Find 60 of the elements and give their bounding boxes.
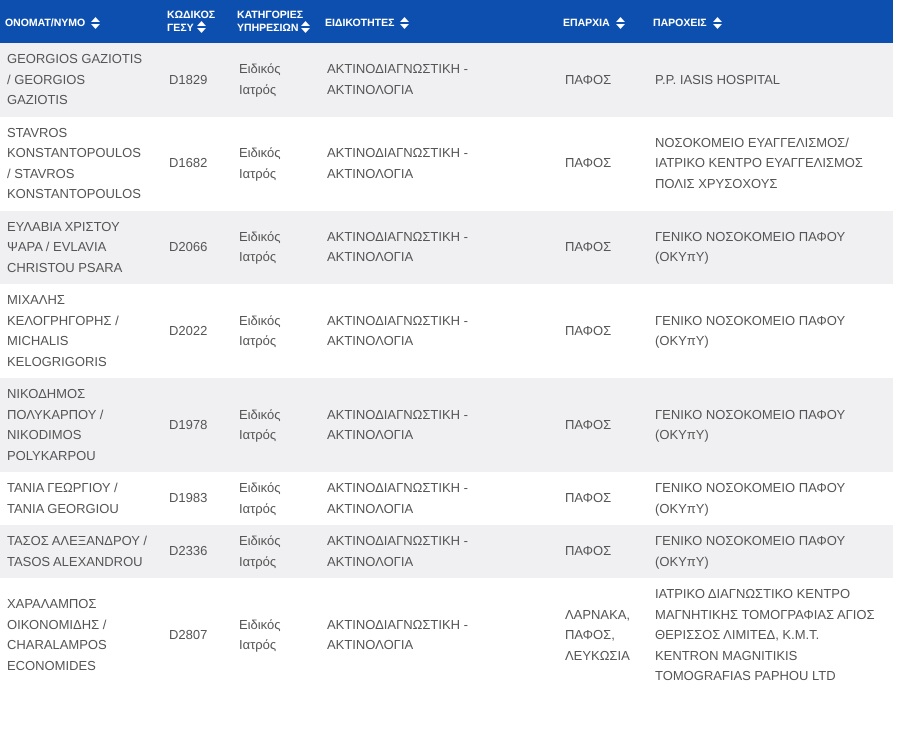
category-cell: Ειδικός Ιατρός	[239, 61, 281, 97]
sort-icon	[196, 20, 206, 32]
code-cell: D2336	[169, 543, 208, 558]
category-cell: Ειδικός Ιατρός	[239, 406, 281, 442]
code-cell: D2066	[169, 239, 208, 254]
category-cell: Ειδικός Ιατρός	[239, 228, 281, 264]
province-cell: ΛΑΡΝΑΚΑ, ΠΑΦΟΣ, ΛΕΥΚΩΣΙΑ	[565, 606, 630, 662]
code-cell: D2022	[169, 322, 208, 338]
name-cell: GEORGIOS GAZIOTIS / GEORGIOS GAZIOTIS	[7, 51, 142, 107]
code-cell: D1978	[169, 416, 208, 432]
name-cell: ΝΙΚΟΔΗΜΟΣ ΠΟΛΥΚΑΡΠΟΥ / NIKODIMOS POLYKARPOU	[7, 386, 104, 462]
provider-cell: ΓΕΝΙΚΟ ΝΟΣΟΚΟΜΕΙΟ ΠΑΦΟΥ (ΟΚΥπΥ)	[655, 533, 845, 568]
specialty-cell: ΑΚΤΙΝΟΔΙΑΓΝΩΣΤΙΚΗ - ΑΚΤΙΝΟΛΟΓΙΑ	[327, 312, 468, 348]
province-cell: ΠΑΦΟΣ	[565, 239, 612, 254]
provider-cell: ΝΟΣΟΚΟΜΕΙΟ ΕΥΑΓΓΕΛΙΣΜΟΣ/ ΙΑΤΡΙΚΟ ΚΕΝΤΡΟ ΕΥΑΓΓΕΛΙΣΜΟΣ ΠΟΛΙΣ ΧΡΥΣΟΧΟΥΣ	[655, 134, 863, 191]
province-cell: ΠΑΦΟΣ	[565, 543, 612, 558]
name-cell: ΜΙΧΑΛΗΣ ΚΕΛΟΓΡΗΓΟΡΗΣ / MICHALIS KELOGRIGORIS	[7, 292, 119, 368]
column-header[interactable]: ΚΑΤΗΓΟΡΙΕΣ ΥΠΗΡΕΣΙΩΝ	[237, 10, 315, 34]
category-cell: Ειδικός Ιατρός	[239, 533, 281, 568]
specialty-cell: ΑΚΤΙΝΟΔΙΑΓΝΩΣΤΙΚΗ - ΑΚΤΙΝΟΛΟΓΙΑ	[327, 406, 468, 442]
name-cell: ΕΥΛΑΒΙΑ ΧΡΙΣΤΟΥ ΨΑΡΑ / EVLAVIA CHRISTOU PSARA	[7, 218, 122, 274]
provider-cell: ΓΕΝΙΚΟ ΝΟΣΟΚΟΜΕΙΟ ΠΑΦΟΥ (ΟΚΥπΥ)	[655, 406, 845, 442]
category-cell: Ειδικός Ιατρός	[239, 480, 281, 516]
column-header[interactable]: ΠΑΡΟΧΕΙΣ	[653, 17, 722, 29]
province-cell: ΠΑΦΟΣ	[565, 416, 612, 432]
code-cell: D1682	[169, 155, 208, 170]
name-cell: ΤΑΣΟΣ ΑΛΕΞΑΝΔΡΟΥ / TASOS ALEXANDROU	[7, 533, 147, 568]
sort-icon	[400, 17, 410, 29]
provider-cell: ΓΕΝΙΚΟ ΝΟΣΟΚΟΜΕΙΟ ΠΑΦΟΥ (ΟΚΥπΥ)	[655, 228, 845, 264]
category-cell: Ειδικός Ιατρός	[239, 312, 281, 348]
code-cell: D2807	[169, 627, 208, 642]
provider-cell: ΓΕΝΙΚΟ ΝΟΣΟΚΟΜΕΙΟ ΠΑΦΟΥ (ΟΚΥπΥ)	[655, 312, 845, 348]
category-cell: Ειδικός Ιατρός	[239, 145, 281, 180]
specialty-cell: ΑΚΤΙΝΟΔΙΑΓΝΩΣΤΙΚΗ - ΑΚΤΙΝΟΛΟΓΙΑ	[327, 61, 468, 97]
province-cell: ΠΑΦΟΣ	[565, 72, 612, 86]
specialty-cell: ΑΚΤΙΝΟΔΙΑΓΝΩΣΤΙΚΗ - ΑΚΤΙΝΟΛΟΓΙΑ	[327, 533, 468, 568]
column-header[interactable]: ΟΝΟΜΑΤ/ΝΥΜΟ	[5, 17, 100, 29]
specialty-cell: ΑΚΤΙΝΟΔΙΑΓΝΩΣΤΙΚΗ - ΑΚΤΙΝΟΛΟΓΙΑ	[327, 228, 468, 264]
provider-cell: P.P. IASIS HOSPITAL	[655, 72, 780, 86]
sort-icon	[712, 17, 722, 29]
province-cell: ΠΑΦΟΣ	[565, 155, 612, 170]
column-header[interactable]: ΕΠΑΡΧΙΑ	[563, 17, 625, 29]
category-cell: Ειδικός Ιατρός	[239, 616, 281, 652]
sort-icon	[301, 20, 310, 32]
specialty-cell: ΑΚΤΙΝΟΔΙΑΓΝΩΣΤΙΚΗ - ΑΚΤΙΝΟΛΟΓΙΑ	[327, 616, 468, 652]
sort-icon	[616, 17, 625, 29]
code-cell: D1829	[169, 72, 208, 86]
name-cell: STAVROS KONSTANTOPOULOS / STAVROS KONSTANTOPOULOS	[7, 124, 141, 201]
province-cell: ΠΑΦΟΣ	[565, 490, 612, 506]
column-header[interactable]: ΚΩΔΙΚΟΣ ΓΕΣΥ	[167, 10, 227, 34]
specialty-cell: ΑΚΤΙΝΟΔΙΑΓΝΩΣΤΙΚΗ - ΑΚΤΙΝΟΛΟΓΙΑ	[327, 145, 468, 180]
province-cell: ΠΑΦΟΣ	[565, 322, 612, 338]
specialty-cell: ΑΚΤΙΝΟΔΙΑΓΝΩΣΤΙΚΗ - ΑΚΤΙΝΟΛΟΓΙΑ	[327, 480, 468, 516]
name-cell: ΤΑΝΙΑ ΓΕΩΡΓΙΟΥ / TANIA GEORGIOU	[7, 480, 119, 516]
code-cell: D1983	[169, 490, 208, 506]
provider-cell: ΓΕΝΙΚΟ ΝΟΣΟΚΟΜΕΙΟ ΠΑΦΟΥ (ΟΚΥπΥ)	[655, 480, 845, 516]
column-header[interactable]: ΕΙΔΙΚΟΤΗΤΕΣ	[325, 17, 410, 29]
sort-icon	[91, 17, 100, 29]
provider-cell: ΙΑΤΡΙΚΟ ΔΙΑΓΝΩΣΤΙΚΟ ΚΕΝΤΡΟ ΜΑΓΝΗΤΙΚΗΣ ΤΟΜΟΓΡΑΦΙΑΣ ΑΓΙΟΣ ΘΕΡΙΣΣΟΣ ΛΙΜΙΤΕΔ, Κ.Μ.Τ. KENTRON MAGNITIKIS TOMOGRAFIAS PAPHOU LTD	[655, 586, 875, 683]
name-cell: ΧΑΡΑΛΑΜΠΟΣ ΟΙΚΟΝΟΜΙΔΗΣ / CHARALAMPOS ECONOMIDES	[7, 596, 107, 673]
